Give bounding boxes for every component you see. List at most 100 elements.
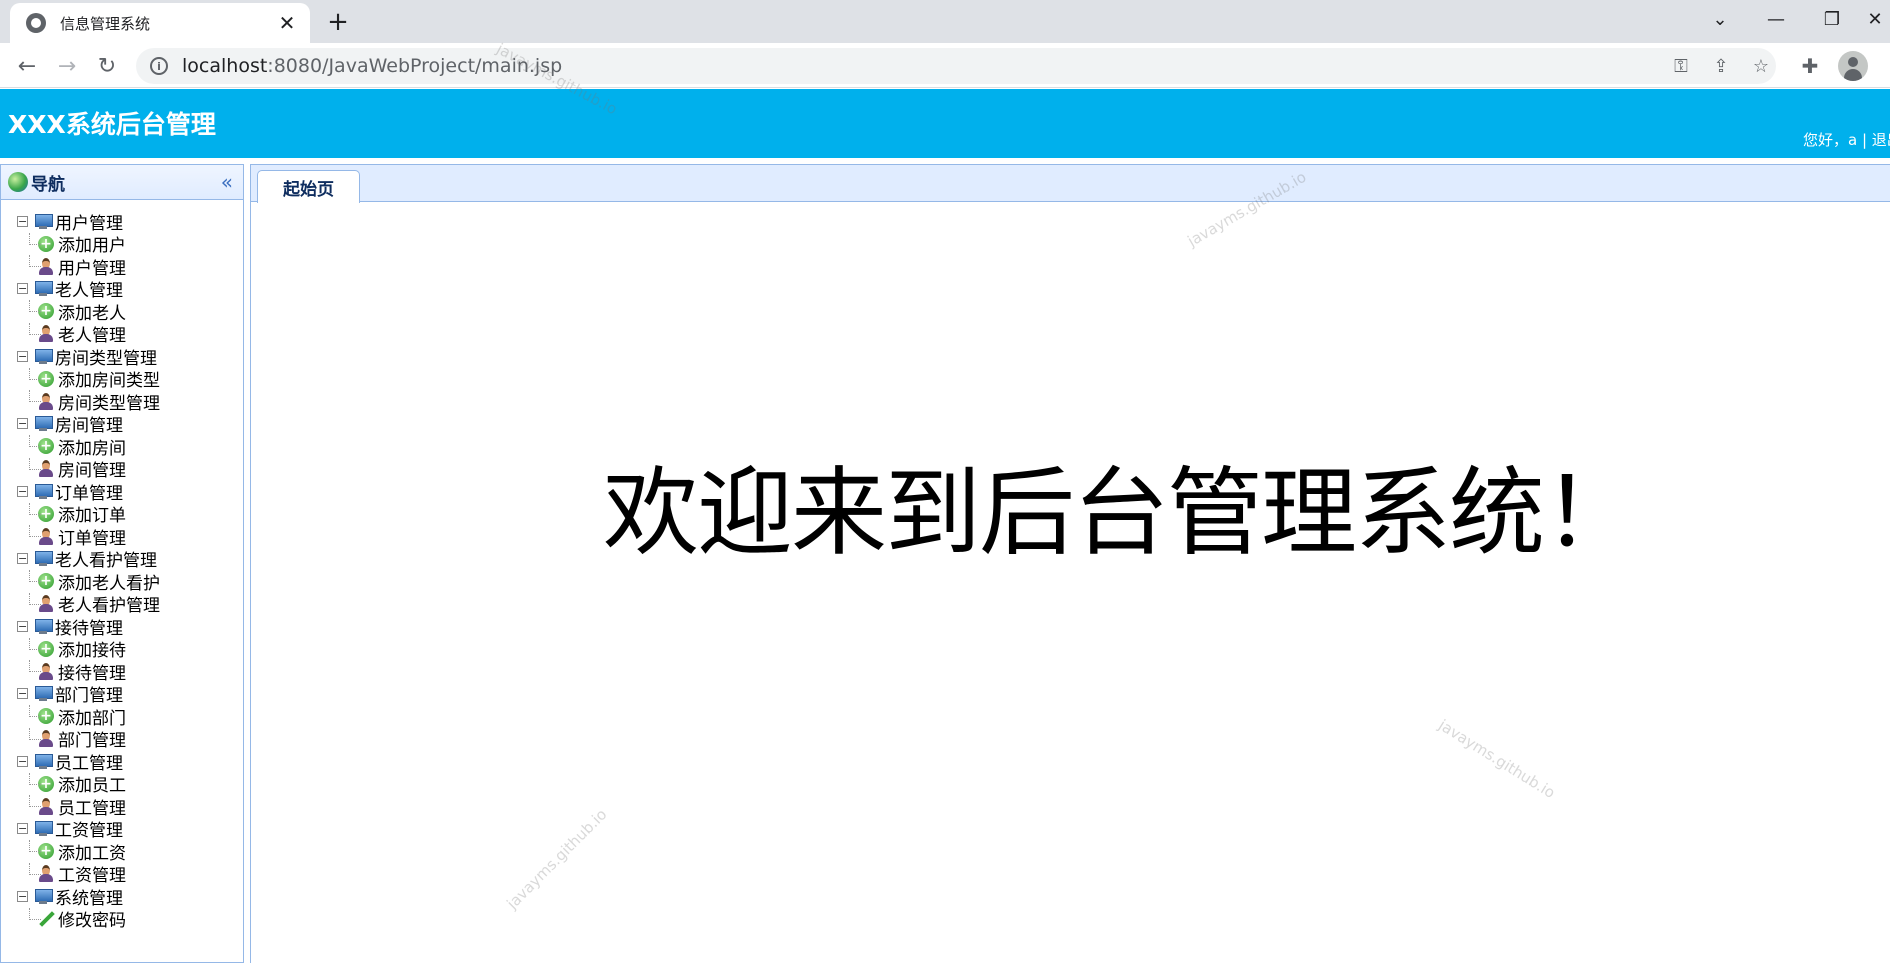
tree-branch-line	[29, 367, 41, 380]
collapse-node-icon[interactable]: −	[17, 418, 28, 430]
nav-item[interactable]: + 添加老人	[1, 300, 243, 324]
url-path: :8080/JavaWebProject/main.jsp	[267, 55, 563, 77]
nav-group-label: 老人管理	[55, 281, 123, 302]
nav-item[interactable]: 工资管理	[1, 862, 243, 887]
nav-item-label: 房间类型管理	[58, 393, 160, 414]
nav-group[interactable]: − 工资管理	[1, 818, 243, 841]
user-icon	[38, 392, 54, 410]
nav-group-label: 工资管理	[55, 821, 123, 842]
nav-item[interactable]: + 添加员工	[1, 772, 243, 796]
forward-icon[interactable]: →	[50, 49, 84, 83]
collapse-node-icon[interactable]: −	[17, 350, 28, 362]
computer-folder-icon	[34, 483, 53, 499]
nav-item[interactable]: 员工管理	[1, 795, 243, 819]
collapse-node-icon[interactable]: −	[17, 215, 28, 227]
nav-group[interactable]: − 老人管理	[1, 278, 243, 301]
collapse-node-icon[interactable]: −	[17, 485, 28, 497]
nav-group[interactable]: − 房间管理	[1, 413, 243, 436]
main-panel: 起始页 欢迎来到后台管理系统！	[250, 164, 1890, 963]
collapse-node-icon[interactable]: −	[17, 283, 28, 295]
computer-folder-icon	[34, 213, 53, 229]
nav-item[interactable]: + 添加工资	[1, 840, 243, 864]
nav-item[interactable]: 部门管理	[1, 727, 243, 752]
nav-group[interactable]: − 订单管理	[1, 480, 243, 504]
computer-folder-icon	[34, 281, 53, 297]
user-icon	[38, 797, 54, 815]
address-bar[interactable]: i localhost:8080/JavaWebProject/main.jsp…	[136, 48, 1776, 84]
nav-item[interactable]: 修改密码	[1, 907, 243, 931]
tab-search-icon[interactable]: ⌄	[1692, 0, 1748, 38]
new-tab-button[interactable]: +	[322, 6, 354, 38]
nav-item-label: 用户管理	[58, 258, 126, 279]
nav-item-label: 添加用户	[58, 236, 126, 257]
collapse-node-icon[interactable]: −	[17, 823, 28, 835]
computer-folder-icon	[34, 753, 53, 769]
navigation-title: 导航	[31, 174, 65, 195]
nav-group-label: 接待管理	[55, 618, 123, 639]
nav-item[interactable]: 订单管理	[1, 525, 243, 549]
nav-item-label: 部门管理	[58, 731, 126, 752]
extensions-puzzle-icon[interactable]: ✚	[1796, 52, 1824, 80]
reload-icon[interactable]: ↻	[90, 49, 124, 83]
nav-group[interactable]: − 部门管理	[1, 683, 243, 706]
restore-icon[interactable]: ❐	[1804, 0, 1860, 38]
content-tab-bar: 起始页	[251, 165, 1890, 203]
nav-group[interactable]: − 员工管理	[1, 750, 243, 774]
nav-item[interactable]: 老人看护管理	[1, 592, 243, 616]
close-tab-icon[interactable]: ✕	[276, 11, 298, 35]
nav-item[interactable]: 接待管理	[1, 660, 243, 684]
nav-item[interactable]: 用户管理	[1, 255, 243, 279]
navigation-panel: 导航 « − 用户管理 + 添加用户 用户管理 − 老人管理 + 添加老人 老人管理 − 房间类型管理…	[0, 164, 244, 963]
address-url[interactable]: localhost:8080/JavaWebProject/main.jsp	[182, 55, 562, 77]
nav-item[interactable]: + 添加接待	[1, 637, 243, 661]
nav-group[interactable]: − 接待管理	[1, 615, 243, 639]
site-info-icon[interactable]: i	[150, 57, 168, 75]
minimize-icon[interactable]: —	[1748, 0, 1804, 38]
navigation-tree: − 用户管理 + 添加用户 用户管理 − 老人管理 + 添加老人 老人管理 − 房间类型管理 + 添加房间…	[1, 200, 243, 931]
nav-item[interactable]: 老人管理	[1, 322, 243, 346]
share-icon[interactable]: ⇪	[1710, 56, 1732, 78]
computer-folder-icon	[34, 686, 53, 702]
nav-group[interactable]: − 系统管理	[1, 885, 243, 909]
collapse-panel-icon[interactable]: «	[221, 172, 233, 192]
url-host: localhost	[182, 55, 268, 77]
tab-home[interactable]: 起始页	[257, 170, 360, 203]
key-icon[interactable]: ⚿	[1670, 56, 1692, 78]
nav-item[interactable]: + 添加订单	[1, 502, 243, 526]
user-icon	[38, 595, 54, 613]
back-icon[interactable]: ←	[10, 49, 44, 83]
collapse-node-icon[interactable]: −	[17, 890, 28, 902]
collapse-node-icon[interactable]: −	[17, 688, 28, 700]
nav-item-label: 添加老人	[58, 303, 126, 324]
nav-item-label: 添加工资	[58, 843, 126, 864]
tree-branch-line	[29, 232, 41, 245]
nav-item-label: 添加部门	[58, 708, 126, 729]
nav-group[interactable]: − 房间类型管理	[1, 345, 243, 369]
nav-item[interactable]: + 添加老人看护	[1, 570, 243, 594]
nav-item-label: 工资管理	[58, 866, 126, 887]
nav-item[interactable]: + 添加房间	[1, 435, 243, 459]
nav-item[interactable]: + 添加房间类型	[1, 367, 243, 391]
nav-item-label: 员工管理	[58, 798, 126, 819]
browser-tab-strip: 信息管理系统 ✕ + ⌄ — ❐ ✕	[0, 0, 1890, 43]
computer-folder-icon	[34, 618, 53, 634]
nav-item[interactable]: + 添加部门	[1, 705, 243, 729]
collapse-node-icon[interactable]: −	[17, 620, 28, 632]
user-icon	[38, 865, 54, 883]
browser-tab[interactable]: 信息管理系统 ✕	[10, 3, 310, 43]
nav-group[interactable]: − 用户管理	[1, 210, 243, 234]
profile-avatar-icon[interactable]	[1838, 51, 1868, 81]
nav-item[interactable]: 房间管理	[1, 457, 243, 481]
user-icon	[38, 325, 54, 343]
nav-item[interactable]: + 添加用户	[1, 232, 243, 257]
tree-branch-line	[29, 637, 41, 650]
window-close-icon[interactable]: ✕	[1860, 0, 1890, 38]
browser-toolbar: ← → ↻ i localhost:8080/JavaWebProject/ma…	[0, 43, 1890, 88]
bookmark-star-icon[interactable]: ☆	[1750, 56, 1772, 78]
nav-item[interactable]: 房间类型管理	[1, 390, 243, 414]
tree-branch-line	[29, 705, 41, 717]
nav-group[interactable]: − 老人看护管理	[1, 548, 243, 571]
user-greeting-logout[interactable]: 您好，a | 退出	[1803, 129, 1890, 150]
collapse-node-icon[interactable]: −	[17, 755, 28, 767]
collapse-node-icon[interactable]: −	[17, 553, 28, 565]
